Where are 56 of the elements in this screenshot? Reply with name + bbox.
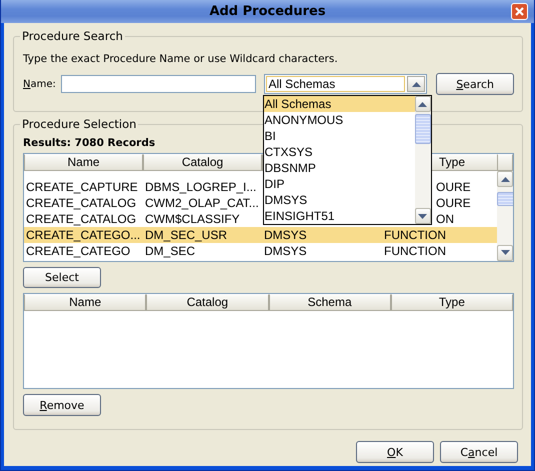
group-legend: Procedure Search — [20, 29, 125, 43]
scroll-thumb[interactable] — [414, 114, 431, 144]
column-header[interactable]: Name — [24, 294, 146, 312]
up-arrow-icon — [412, 82, 421, 86]
close-icon — [513, 5, 526, 18]
table-cell: CWM2_OLAP_CAT... — [145, 196, 259, 210]
results-count: Results: 7080 Records — [23, 137, 156, 149]
close-button[interactable] — [511, 3, 528, 20]
table-cell: CREATE_CAPTURE — [26, 180, 138, 194]
hint-text: Type the exact Procedure Name or use Wildcard characters. — [23, 53, 339, 65]
name-label: Name: — [23, 78, 57, 90]
select-button[interactable]: Select — [23, 266, 101, 288]
window-title: Add Procedures — [209, 4, 326, 19]
column-header[interactable]: Schema — [268, 294, 391, 312]
scrollbar[interactable] — [497, 171, 513, 261]
up-arrow-icon — [500, 176, 510, 182]
table-cell: OURE — [436, 180, 471, 194]
schema-option[interactable]: DMSYS — [264, 192, 415, 208]
table-cell: DMSYS — [264, 244, 307, 258]
table-cell: CREATE_CATALOG — [26, 196, 136, 210]
name-field[interactable] — [60, 75, 256, 93]
table-cell: DBMS_LOGREP_I... — [145, 180, 256, 194]
column-header[interactable]: Catalog — [143, 154, 262, 171]
table-cell: ON — [436, 212, 454, 226]
table-cell: CREATE_CATALOG — [26, 212, 136, 226]
schema-option[interactable]: DBSNMP — [264, 160, 415, 176]
schema-option[interactable]: BI — [264, 128, 415, 144]
column-header[interactable]: Catalog — [146, 294, 268, 312]
schema-option[interactable]: All Schemas — [264, 96, 415, 112]
schema-option[interactable]: ANONYMOUS — [264, 112, 415, 128]
column-header[interactable]: Type — [390, 294, 513, 312]
column-header[interactable]: Name — [24, 154, 143, 171]
table-cell: FUNCTION — [384, 228, 446, 242]
table-cell: OURE — [436, 196, 471, 210]
search-button[interactable]: Search — [436, 73, 514, 95]
down-arrow-icon — [418, 214, 428, 218]
table-cell: CWM$CLASSIFY — [145, 212, 240, 226]
scrollbar[interactable] — [414, 96, 431, 224]
schema-option[interactable]: EINSIGHT51 — [264, 208, 415, 224]
remove-button[interactable]: Remove — [23, 394, 101, 416]
table-cell: CREATE_CATEGO — [26, 244, 130, 258]
dropdown-button[interactable] — [407, 76, 426, 92]
table-cell: DMSYS — [264, 228, 307, 242]
table-cell: DM_SEC_USR — [145, 228, 228, 242]
table-cell: DM_SEC — [145, 244, 196, 258]
table-cell: CREATE_CATEGO... — [26, 228, 140, 242]
table-row[interactable]: CREATE_CATEGO... DM_SEC_USR DMSYS FUNCTION — [24, 227, 497, 243]
dialog-button[interactable]: Cancel — [440, 441, 518, 463]
table-cell: FUNCTION — [384, 244, 446, 258]
down-arrow-icon — [500, 250, 510, 256]
dialog-button[interactable]: OK — [356, 441, 434, 463]
table-row[interactable]: CREATE_CATEGO DM_SEC DMSYS FUNCTION — [24, 243, 497, 259]
group-legend: Procedure Selection — [20, 117, 138, 131]
up-arrow-icon — [418, 102, 428, 106]
schema-option[interactable]: DIP — [264, 176, 415, 192]
schema-option[interactable]: CTXSYS — [264, 144, 415, 160]
